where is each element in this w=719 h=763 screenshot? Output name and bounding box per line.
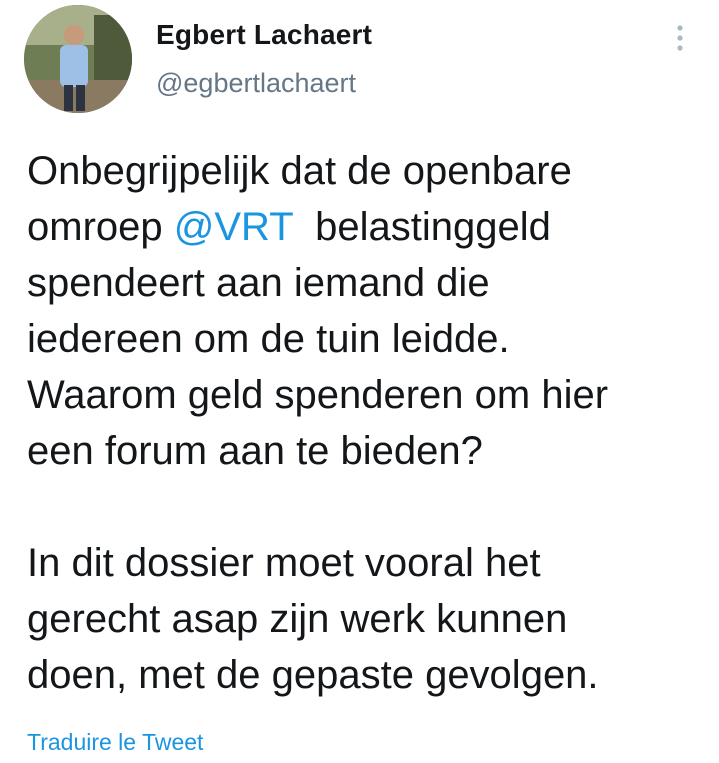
tweet-line: Onbegrijpelijk dat de openbare — [27, 149, 572, 193]
avatar[interactable] — [24, 5, 132, 113]
mention-link[interactable]: @VRT — [174, 205, 293, 249]
tweet-line: omroep @VRT belastinggeld — [27, 205, 551, 249]
more-vertical-icon[interactable] — [668, 22, 692, 54]
tweet-text: Onbegrijpelijk dat de openbare omroep @V… — [27, 143, 707, 703]
tweet-line: een forum aan te bieden? — [27, 429, 483, 473]
tweet-paragraph: Onbegrijpelijk dat de openbare omroep @V… — [27, 143, 707, 479]
tweet-line: doen, met de gepaste gevolgen. — [27, 653, 599, 697]
tweet-line: Waarom geld spenderen om hier — [27, 373, 609, 417]
tweet-line: spendeert aan iemand die — [27, 261, 490, 305]
tweet-line: gerecht asap zijn werk kunnen — [27, 597, 568, 641]
tweet-line: iedereen om de tuin leidde. — [27, 317, 510, 361]
profile-photo — [24, 5, 132, 113]
author-display-name[interactable]: Egbert Lachaert — [156, 19, 372, 51]
tweet-paragraph: In dit dossier moet vooral het gerecht a… — [27, 535, 707, 703]
author-handle[interactable]: @egbertlachaert — [156, 68, 356, 99]
translate-tweet-link[interactable]: Traduire le Tweet — [27, 729, 203, 756]
tweet-line: In dit dossier moet vooral het — [27, 541, 541, 585]
